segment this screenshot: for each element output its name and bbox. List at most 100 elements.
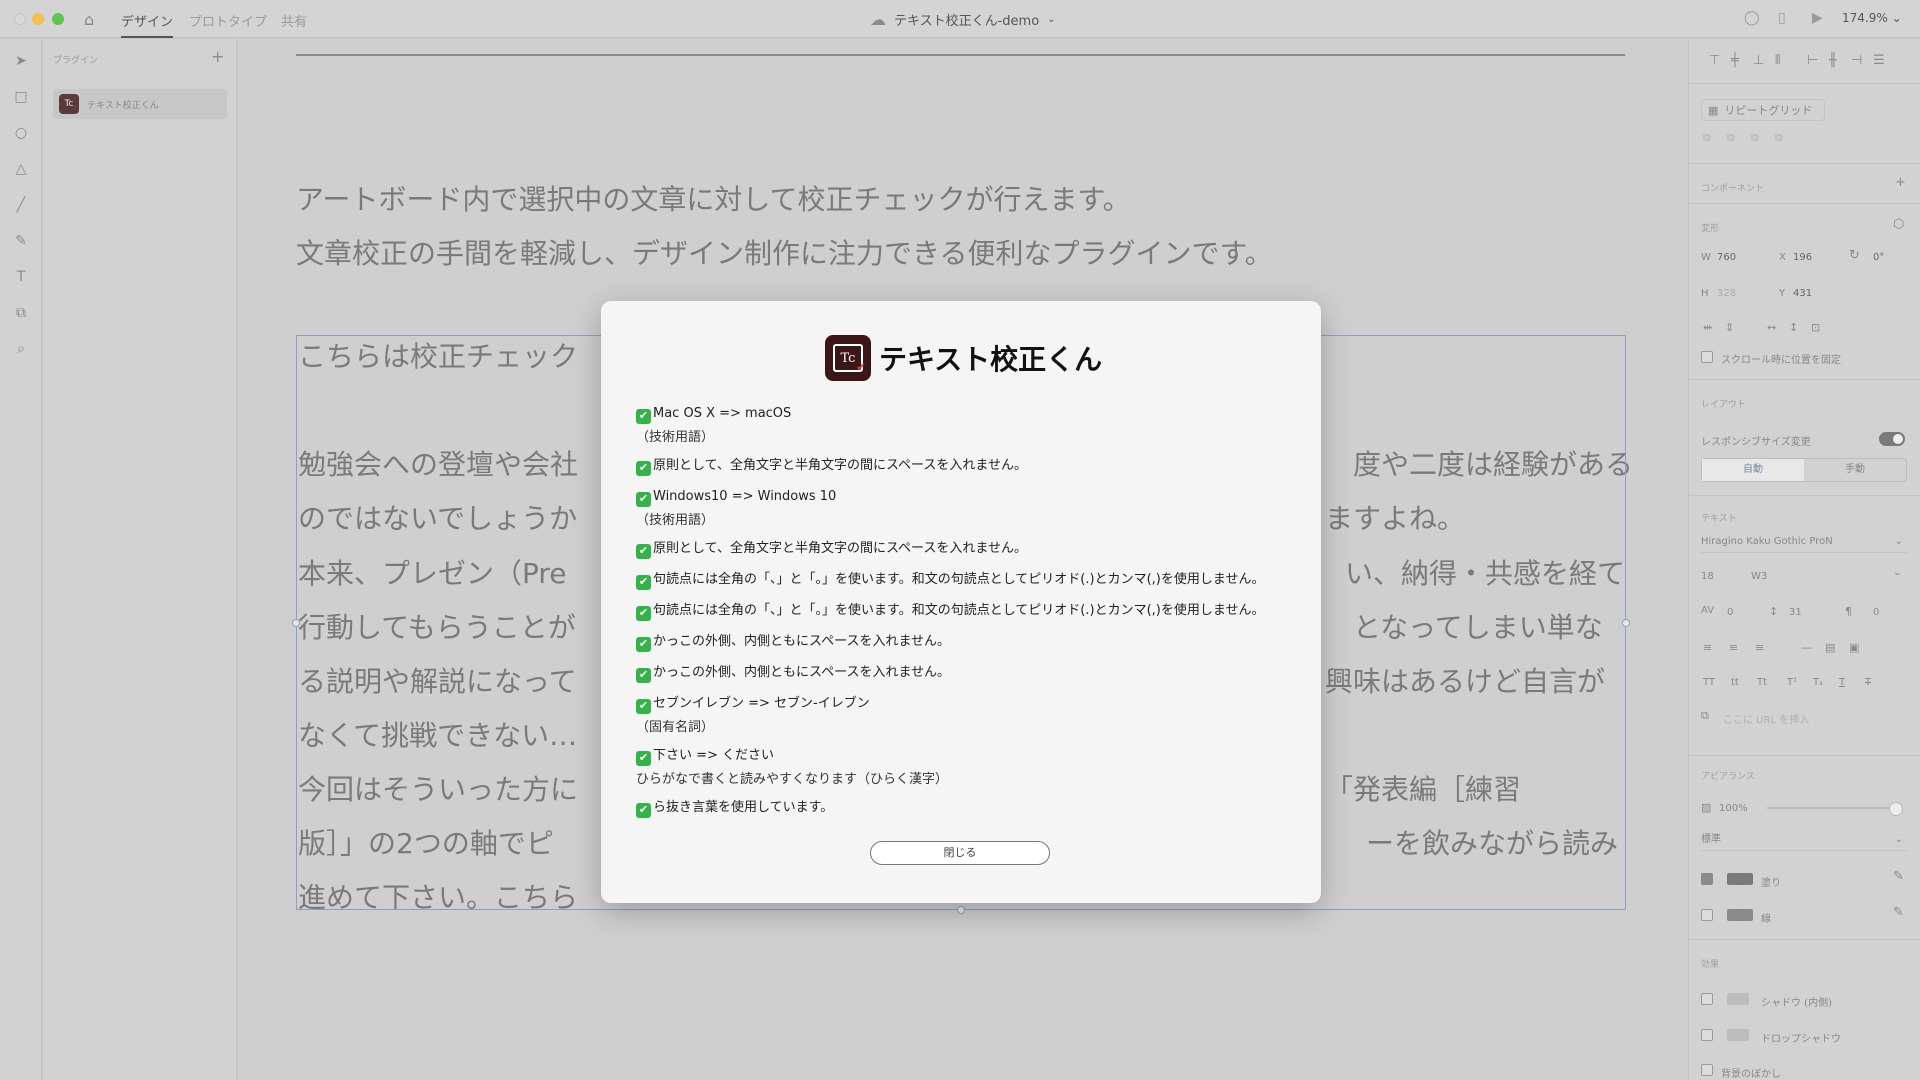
fixed-size-text-icon[interactable]: ▣ <box>1849 641 1859 654</box>
border-checkbox[interactable] <box>1701 909 1713 921</box>
paragraph-spacing-field[interactable]: 0 <box>1873 607 1879 618</box>
flip-horizontal-icon[interactable]: ⇹ <box>1703 321 1712 334</box>
fill-checkbox[interactable] <box>1701 873 1713 885</box>
maximize-window-button[interactable] <box>52 13 64 25</box>
check-icon: ✔ <box>636 460 651 476</box>
lowercase-icon[interactable]: tt <box>1731 677 1739 688</box>
zoom-tool-icon[interactable]: ⌕ <box>11 339 31 359</box>
text-align-center-icon[interactable]: ≡ <box>1729 641 1738 654</box>
distribute-vertical-icon[interactable]: ⫴ <box>1775 53 1780 68</box>
repeat-grid-label: リピートグリッド <box>1724 104 1813 117</box>
fix-scroll-checkbox[interactable] <box>1701 351 1713 363</box>
artboard-tool-icon[interactable]: ⧉ <box>11 303 31 323</box>
inner-shadow-checkbox[interactable] <box>1701 993 1713 1005</box>
x-field[interactable]: 196 <box>1793 252 1812 263</box>
rotation-field[interactable]: 0° <box>1873 252 1884 263</box>
tab-design[interactable]: デザイン <box>121 11 174 38</box>
tab-prototype[interactable]: プロトタイプ <box>189 11 267 30</box>
titlecase-icon[interactable]: Tt <box>1757 677 1767 688</box>
align-left-icon[interactable]: ⊢ <box>1807 53 1818 68</box>
height-label: H <box>1701 288 1709 299</box>
flip-vertical-icon[interactable]: ⇕ <box>1725 321 1734 334</box>
resize-handle[interactable] <box>1622 619 1630 627</box>
align-middle-icon[interactable]: ╪ <box>1731 53 1739 68</box>
polygon-tool-icon[interactable]: △ <box>11 159 31 179</box>
boolean-subtract-icon[interactable]: ⧉ <box>1727 131 1735 145</box>
align-top-icon[interactable]: ⊤ <box>1709 53 1720 68</box>
height-field[interactable]: 328 <box>1717 288 1736 299</box>
dialog-title: テキスト校正くん <box>879 343 1103 376</box>
result-item: ✔ Mac OS X => macOS <box>636 405 791 424</box>
line-height-field[interactable]: 31 <box>1789 607 1802 618</box>
underline-icon[interactable]: T <box>1839 677 1845 688</box>
align-bottom-icon[interactable]: ⊥ <box>1753 53 1764 68</box>
add-plugin-button[interactable]: + <box>211 47 224 66</box>
url-input[interactable]: ここに URL を挿入 <box>1723 711 1809 726</box>
responsive-toggle[interactable] <box>1879 432 1905 446</box>
3d-transform-icon[interactable]: ⬡ <box>1893 217 1904 232</box>
text-align-right-icon[interactable]: ≡ <box>1755 641 1764 654</box>
close-window-button[interactable] <box>14 13 26 25</box>
border-swatch[interactable] <box>1727 909 1753 921</box>
user-icon[interactable]: ◯ <box>1744 10 1760 26</box>
resize-mode-control: 自動 手動 <box>1701 458 1907 482</box>
check-icon: ✔ <box>636 802 651 818</box>
subscript-icon[interactable]: T₁ <box>1813 677 1823 688</box>
resize-handle[interactable] <box>292 619 300 627</box>
y-field[interactable]: 431 <box>1793 288 1812 299</box>
chevron-down-icon[interactable]: ⌄ <box>1893 567 1901 578</box>
distribute-horizontal-icon[interactable]: ☰ <box>1873 53 1885 68</box>
select-tool-icon[interactable]: ➤ <box>11 51 31 71</box>
uppercase-icon[interactable]: TT <box>1703 677 1715 688</box>
pen-tool-icon[interactable]: ✎ <box>11 231 31 251</box>
repeat-grid-button[interactable]: ▦ リピートグリッド <box>1701 99 1825 121</box>
auto-width-text-icon[interactable]: — <box>1801 641 1812 654</box>
blend-mode-value: 標準 <box>1701 834 1721 845</box>
home-icon[interactable]: ⌂ <box>84 10 94 29</box>
mobile-preview-icon[interactable]: ▯ <box>1778 10 1786 26</box>
resize-handle[interactable] <box>957 906 965 914</box>
eyedropper-icon[interactable]: ✎ <box>1893 905 1904 920</box>
fill-swatch[interactable] <box>1727 873 1753 885</box>
zoom-level[interactable]: 174.9% ⌄ <box>1842 11 1902 25</box>
seg-manual[interactable]: 手動 <box>1804 459 1906 481</box>
tab-share[interactable]: 共有 <box>281 11 307 30</box>
plugin-item[interactable]: Tc テキスト校正くん <box>53 89 227 119</box>
line-tool-icon[interactable]: ╱ <box>11 195 31 215</box>
align-right-icon[interactable]: ⊣ <box>1851 53 1862 68</box>
eyedropper-icon[interactable]: ✎ <box>1893 869 1904 884</box>
opacity-slider[interactable] <box>1767 802 1903 816</box>
width-field[interactable]: 760 <box>1717 252 1736 263</box>
minimize-window-button[interactable] <box>32 13 44 25</box>
strikethrough-icon[interactable]: T <box>1865 677 1871 688</box>
font-size-field[interactable]: 18 <box>1701 571 1714 582</box>
add-component-button[interactable]: + <box>1895 175 1906 190</box>
result-item: ✔ 原則として、全角文字と半角文字の間にスペースを入れません。 <box>636 457 1027 476</box>
tracking-field[interactable]: 0 <box>1727 607 1733 618</box>
close-dialog-button[interactable]: 閉じる <box>870 841 1050 865</box>
font-family-dropdown[interactable]: Hiragino Kaku Gothic ProN ⌄ <box>1701 531 1907 553</box>
rectangle-tool-icon[interactable]: □ <box>11 87 31 107</box>
drop-shadow-checkbox[interactable] <box>1701 1029 1713 1041</box>
opacity-field[interactable]: 100% <box>1719 803 1748 814</box>
play-icon[interactable]: ▶ <box>1812 10 1823 26</box>
text-align-left-icon[interactable]: ≡ <box>1703 641 1712 654</box>
font-weight-field[interactable]: W3 <box>1751 571 1767 582</box>
boolean-union-icon[interactable]: ⧉ <box>1703 131 1711 145</box>
fixed-size-icon[interactable]: ⊡ <box>1811 321 1820 334</box>
document-title[interactable]: ☁ テキスト校正くん-demo ⌄ <box>870 10 1056 29</box>
seg-auto[interactable]: 自動 <box>1702 459 1804 481</box>
text-tool-icon[interactable]: T <box>11 267 31 287</box>
auto-width-icon[interactable]: ↔ <box>1767 321 1776 334</box>
ellipse-tool-icon[interactable]: ○ <box>11 123 31 143</box>
align-center-icon[interactable]: ╫ <box>1829 53 1837 68</box>
checkmark-icon: ✔ <box>855 360 866 374</box>
bg-blur-checkbox[interactable] <box>1701 1064 1713 1076</box>
auto-height-text-icon[interactable]: ▤ <box>1825 641 1835 654</box>
superscript-icon[interactable]: T¹ <box>1787 677 1797 688</box>
auto-height-icon[interactable]: ↕ <box>1789 321 1798 334</box>
boolean-exclude-icon[interactable]: ⧉ <box>1775 131 1783 145</box>
blend-mode-dropdown[interactable]: 標準 ⌄ <box>1701 829 1907 851</box>
boolean-intersect-icon[interactable]: ⧉ <box>1751 131 1759 145</box>
divider <box>1689 379 1920 380</box>
